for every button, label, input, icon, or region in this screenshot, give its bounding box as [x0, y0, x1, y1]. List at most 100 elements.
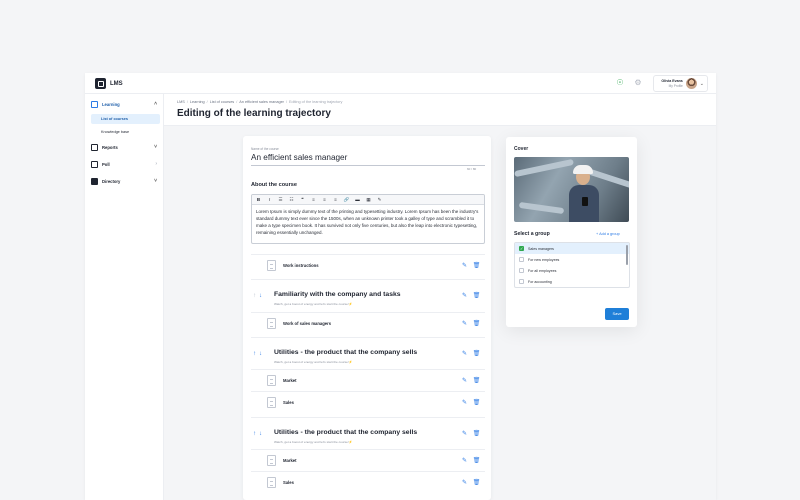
section-title: Familiarity with the company and tasks: [274, 291, 401, 298]
app-window: LMS ☉ ⚙ Olivia Evans My Profile ⌄ Learni…: [85, 73, 716, 500]
breadcrumb-item[interactable]: List of courses: [210, 100, 234, 104]
course-editor-card: Name of the course An efficient sales ma…: [243, 136, 491, 500]
trash-icon[interactable]: 🗑: [472, 430, 481, 437]
sidebar-item-list-of-courses[interactable]: List of courses: [91, 114, 160, 124]
cover-panel: Cover Select a group + Add a group ✓ Sal…: [506, 137, 637, 327]
logo[interactable]: LMS: [95, 78, 123, 89]
document-icon: [267, 396, 276, 408]
checkbox-icon[interactable]: [519, 257, 524, 262]
bold-button[interactable]: B: [255, 195, 262, 205]
sidebar-item-reports[interactable]: Reports ˅: [91, 142, 161, 152]
sidebar-item-label: Reports: [102, 144, 118, 150]
checkbox-icon[interactable]: [519, 268, 524, 273]
reorder-arrows[interactable]: ↑↓: [253, 293, 265, 299]
edit-icon[interactable]: ✎: [460, 262, 469, 269]
sidebar-item-label: Directory: [102, 178, 121, 184]
lesson-row[interactable]: Market ✎ 🗑: [251, 369, 485, 390]
char-counter: 60 / 80: [467, 167, 477, 171]
edit-icon[interactable]: ✎: [460, 350, 469, 357]
lesson-row[interactable]: Work of sales managers ✎ 🗑: [251, 312, 485, 333]
document-icon: [267, 374, 276, 386]
sidebar-item-knowledge-base[interactable]: Knowledge base: [91, 127, 160, 137]
numbered-list-button[interactable]: ☷: [288, 195, 295, 205]
module-section: ↑↓ Utilities - the product that the comp…: [251, 417, 485, 449]
lesson-row[interactable]: Work instructions ✎ 🗑: [251, 254, 485, 275]
trash-icon[interactable]: 🗑: [472, 262, 481, 269]
arrow-down-icon[interactable]: ↓: [259, 351, 265, 357]
checkbox-checked-icon[interactable]: ✓: [519, 246, 524, 251]
lesson-row[interactable]: Sales ✎ 🗑: [251, 391, 485, 412]
group-option-label: Sales managers: [528, 246, 554, 251]
breadcrumb-item[interactable]: LMS: [177, 100, 185, 104]
logo-icon: [95, 78, 106, 89]
italic-button[interactable]: I: [266, 195, 273, 205]
sidebar-item-poll[interactable]: Poll ›: [91, 159, 161, 169]
align-center-button[interactable]: ≡: [321, 195, 328, 205]
align-left-button[interactable]: ≡: [310, 195, 317, 205]
trash-icon[interactable]: 🗑: [472, 399, 481, 406]
breadcrumb-item[interactable]: An efficient sales manager: [239, 100, 284, 104]
align-right-button[interactable]: ≡: [332, 195, 339, 205]
trash-icon[interactable]: 🗑: [472, 457, 481, 464]
user-info: Olivia Evans My Profile: [657, 79, 682, 88]
edit-icon[interactable]: ✎: [460, 399, 469, 406]
sidebar-item-directory[interactable]: Directory ˅: [91, 176, 161, 186]
cover-image[interactable]: [514, 157, 629, 222]
trash-icon[interactable]: 🗑: [472, 350, 481, 357]
edit-icon[interactable]: ✎: [460, 377, 469, 384]
section-title: Utilities - the product that the company…: [274, 429, 418, 436]
breadcrumb-current: Editing of the learning trajectory: [289, 100, 343, 104]
gear-icon[interactable]: ⚙: [633, 78, 643, 88]
course-name-input[interactable]: An efficient sales manager: [251, 153, 347, 162]
avatar: [685, 78, 697, 89]
arrow-down-icon[interactable]: ↓: [259, 293, 265, 299]
trash-icon[interactable]: 🗑: [472, 320, 481, 327]
group-option[interactable]: For new employees: [515, 254, 629, 265]
edit-icon[interactable]: ✎: [460, 320, 469, 327]
reorder-arrows[interactable]: ↑↓: [253, 351, 265, 357]
rich-text-editor[interactable]: B I ☰ ☷ ❝ ≡ ≡ ≡ 🔗 ▬ ▦ ✎ Lorem Ipsum is s…: [251, 194, 485, 244]
edit-icon[interactable]: ✎: [460, 292, 469, 299]
sidebar-item-label: Learning: [102, 101, 120, 107]
group-option[interactable]: For all employees: [515, 265, 629, 276]
book-icon: [91, 100, 98, 108]
arrow-down-icon[interactable]: ↓: [259, 431, 265, 437]
notification-bell-icon[interactable]: ☉: [615, 78, 625, 88]
lesson-row[interactable]: Market ✎ 🗑: [251, 449, 485, 470]
lesson-title: Market: [283, 457, 297, 463]
edit-icon[interactable]: ✎: [460, 457, 469, 464]
select-group-label: Select a group: [514, 231, 550, 237]
document-icon: [267, 317, 276, 329]
table-button[interactable]: ▦: [365, 195, 372, 205]
document-icon: [267, 259, 276, 271]
scrollbar[interactable]: [626, 245, 628, 265]
lesson-title: Sales: [283, 399, 294, 405]
breadcrumb: LMS / Learning / List of courses / An efficien…: [177, 100, 343, 104]
bullet-list-button[interactable]: ☰: [277, 195, 284, 205]
edit-icon[interactable]: ✎: [460, 479, 469, 486]
lesson-title: Market: [283, 377, 297, 383]
trash-icon[interactable]: 🗑: [472, 479, 481, 486]
sidebar-item-learning[interactable]: Learning ˄: [91, 99, 161, 109]
group-option[interactable]: ✓ Sales managers: [515, 243, 629, 254]
edit-icon[interactable]: ✎: [460, 430, 469, 437]
link-button[interactable]: 🔗: [343, 195, 350, 205]
checkbox-icon[interactable]: [519, 279, 524, 284]
user-menu[interactable]: Olivia Evans My Profile ⌄: [653, 75, 708, 92]
save-button[interactable]: Save: [605, 308, 629, 320]
divider-button[interactable]: ▬: [354, 195, 361, 205]
lesson-title: Work instructions: [283, 262, 319, 268]
group-option-label: For accounting: [528, 279, 552, 284]
about-course-text[interactable]: Lorem Ipsum is simply dummy text of the …: [252, 205, 484, 239]
trash-icon[interactable]: 🗑: [472, 292, 481, 299]
breadcrumb-item[interactable]: Learning: [190, 100, 205, 104]
group-option[interactable]: For accounting: [515, 276, 629, 287]
lesson-row[interactable]: Sales ✎ 🗑: [251, 471, 485, 492]
trash-icon[interactable]: 🗑: [472, 377, 481, 384]
add-group-button[interactable]: + Add a group: [596, 232, 620, 236]
group-list[interactable]: ✓ Sales managers For new employees For a…: [514, 242, 630, 288]
highlight-button[interactable]: ✎: [376, 195, 383, 205]
quote-button[interactable]: ❝: [299, 195, 306, 205]
section-title: Utilities - the product that the company…: [274, 349, 418, 356]
reorder-arrows[interactable]: ↑↓: [253, 431, 265, 437]
